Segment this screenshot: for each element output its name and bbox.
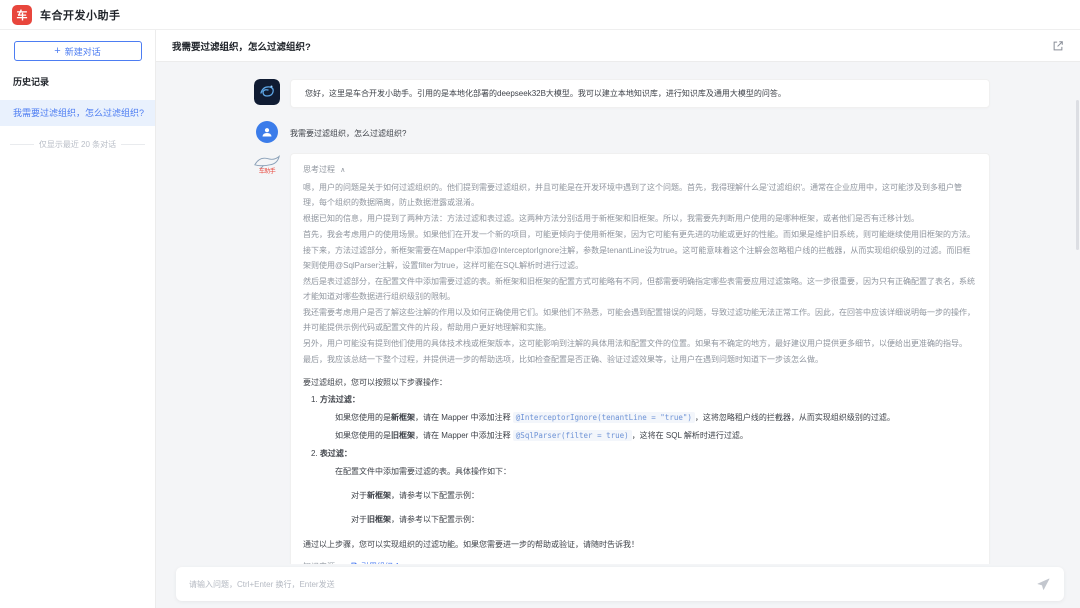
text-segment-bold: 新框架 [367, 491, 391, 500]
step-label: 表过滤： [320, 449, 352, 458]
thinking-paragraph: 首先，我会考虑用户的使用场景。如果他们在开发一个新的项目，可能更倾向于使用新框架… [303, 227, 977, 242]
text-segment: 如果您使用的是 [335, 431, 391, 440]
divider-line [10, 144, 34, 145]
conversation-title-bar: 我需要过滤组织，怎么过滤组织? [156, 30, 1080, 62]
sidebar-conversation-item[interactable]: 我需要过滤组织，怎么过滤组织? [0, 100, 155, 126]
answer-config-line: 对于新框架，请参考以下配置示例： [303, 489, 977, 503]
history-section-title: 历史记录 [0, 61, 155, 100]
text-segment: ，请参考以下配置示例： [391, 515, 479, 524]
message-input[interactable] [189, 580, 1026, 589]
text-segment: ，请参考以下配置示例： [391, 491, 479, 500]
text-segment: 如果您使用的是 [335, 413, 391, 422]
answer-step-line: 如果您使用的是旧框架，请在 Mapper 中添加注释 @SqlParser(fi… [303, 429, 977, 443]
text-segment: ，请在 Mapper 中添加注释 [415, 413, 513, 422]
sidebar: + 新建对话 历史记录 我需要过滤组织，怎么过滤组织? 仅显示最近 20 条对话 [0, 30, 156, 608]
answer-step-title: 2. 表过滤： [303, 447, 977, 461]
chat-scroll-area: 您好，这里是车合开发小助手。引用的是本地化部署的deepseek32B大模型。我… [156, 62, 1080, 608]
answer-step-line: 如果您使用的是新框架，请在 Mapper 中添加注释 @InterceptorI… [303, 411, 977, 425]
inline-code: @SqlParser(filter = true) [513, 430, 632, 441]
scrollbar-thumb[interactable] [1076, 100, 1079, 250]
plus-icon: + [54, 46, 60, 57]
answer-step-title: 1. 方法过滤： [303, 393, 977, 407]
answer-step-line: 在配置文件中添加需要过滤的表。具体操作如下： [303, 465, 977, 479]
inline-code: @InterceptorIgnore(tenantLine = "true") [513, 412, 695, 423]
answer-closing: 通过以上步骤，您可以实现组织的过滤功能。如果您需要进一步的帮助或验证，请随时告诉… [303, 537, 977, 552]
thinking-paragraph: 接下来，方法过滤部分，新框架需要在Mapper中添加@InterceptorIg… [303, 243, 977, 273]
composer [176, 567, 1064, 601]
divider-line [121, 144, 145, 145]
text-segment: 对于 [351, 515, 367, 524]
answer-content: 要过滤组织，您可以按照以下步骤操作： 1. 方法过滤： 如果您使用的是新框架，请… [303, 375, 977, 552]
step-number: 1. [311, 395, 318, 404]
new-chat-button[interactable]: + 新建对话 [14, 41, 142, 61]
assistant-avatar-icon [254, 79, 280, 105]
thinking-header-label: 思考过程 [303, 165, 335, 174]
assistant-greeting-row: 您好，这里是车合开发小助手。引用的是本地化部署的deepseek32B大模型。我… [254, 79, 990, 108]
assistant-greeting-bubble: 您好，这里是车合开发小助手。引用的是本地化部署的deepseek32B大模型。我… [290, 79, 990, 108]
composer-strip [156, 564, 1080, 608]
text-segment-bold: 旧框架 [367, 515, 391, 524]
text-segment: ，这将在 SQL 解析时进行过滤。 [632, 431, 748, 440]
thinking-paragraph: 最后，我应该总结一下整个过程，并提供进一步的帮助选项，比如检查配置是否正确、验证… [303, 352, 977, 367]
thinking-paragraph: 另外，用户可能没有提到他们使用的具体技术栈或框架版本，这可能影响到注解的具体用法… [303, 336, 977, 351]
greeting-text: 您好，这里是车合开发小助手。引用的是本地化部署的deepseek32B大模型。我… [305, 89, 786, 98]
thinking-content: 嗯，用户的问题是关于如何过滤组织的。他们提到需要过滤组织，并且可能是在开发环境中… [303, 180, 977, 367]
assistant-response-row: 车助手 思考过程 ∧ 嗯，用户的问题是关于如何过滤组织的。他们提到需要过滤组织，… [254, 153, 990, 585]
collapse-icon: ∧ [340, 167, 345, 174]
text-segment-bold: 旧框架 [391, 431, 415, 440]
text-segment: ，请在 Mapper 中添加注释 [415, 431, 513, 440]
text-segment: 对于 [351, 491, 367, 500]
thinking-paragraph: 根据已知的信息，用户提到了两种方法：方法过滤和表过滤。这两种方法分别适用于新框架… [303, 211, 977, 226]
app-header: 车 车合开发小助手 [0, 0, 1080, 30]
send-icon[interactable] [1036, 577, 1051, 592]
export-icon[interactable] [1052, 40, 1064, 52]
app-title: 车合开发小助手 [40, 7, 121, 23]
assistant-avatar-whale-icon: 车助手 [251, 153, 283, 175]
main-panel: 我需要过滤组织，怎么过滤组织? 您好，这里是车合开发小助手 [156, 30, 1080, 608]
answer-config-line: 对于旧框架，请参考以下配置示例： [303, 513, 977, 527]
logo-char: 车 [17, 7, 28, 23]
whale-avatar-label: 车助手 [259, 169, 276, 175]
user-message-text: 我需要过滤组织，怎么过滤组织? [290, 121, 406, 139]
thinking-paragraph: 然后是表过滤部分，在配置文件中添加需要过滤的表。新框架和旧框架的配置方式可能略有… [303, 274, 977, 304]
thinking-toggle[interactable]: 思考过程 ∧ [303, 164, 977, 175]
conversation-title: 我需要过滤组织，怎么过滤组织? [172, 39, 311, 53]
app-logo-icon: 车 [12, 5, 32, 25]
thinking-paragraph: 我还需要考虑用户是否了解这些注解的作用以及如何正确使用它们。如果他们不熟悉，可能… [303, 305, 977, 335]
new-chat-label: 新建对话 [65, 45, 101, 58]
text-segment: ，这将忽略租户线的拦截器，从而实现组织级别的过滤。 [695, 413, 895, 422]
history-limit-text: 仅显示最近 20 条对话 [39, 139, 116, 150]
user-avatar-icon [256, 121, 278, 143]
user-message-row: 我需要过滤组织，怎么过滤组织? [254, 121, 990, 143]
step-number: 2. [311, 449, 318, 458]
assistant-response-card: 思考过程 ∧ 嗯，用户的问题是关于如何过滤组织的。他们提到需要过滤组织，并且可能… [290, 153, 990, 585]
answer-intro: 要过滤组织，您可以按照以下步骤操作： [303, 375, 977, 390]
thinking-paragraph: 嗯，用户的问题是关于如何过滤组织的。他们提到需要过滤组织，并且可能是在开发环境中… [303, 180, 977, 210]
step-label: 方法过滤： [320, 395, 360, 404]
text-segment-bold: 新框架 [391, 413, 415, 422]
history-limit-note: 仅显示最近 20 条对话 [10, 139, 145, 150]
